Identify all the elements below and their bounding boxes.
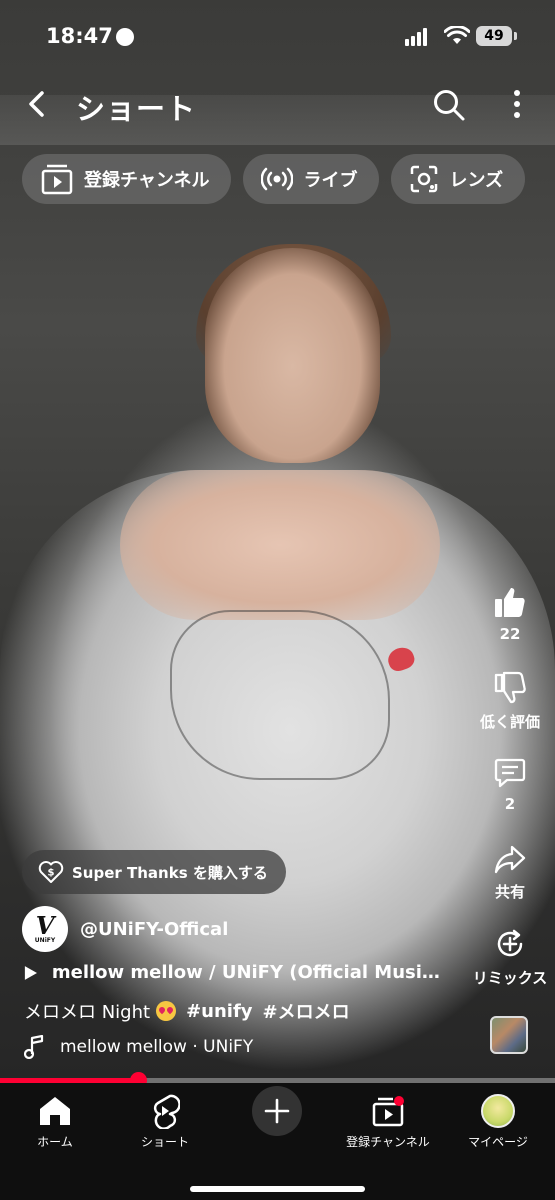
comment-icon bbox=[494, 758, 526, 788]
nav-shorts[interactable]: ショート bbox=[110, 1091, 220, 1150]
remix-button[interactable]: リミックス bbox=[470, 927, 550, 988]
sound-thumbnail[interactable] bbox=[490, 1016, 528, 1054]
chip-subscriptions[interactable]: 登録チャンネル bbox=[22, 154, 232, 204]
status-time: 18:47 bbox=[46, 24, 113, 48]
chip-live[interactable]: ライブ bbox=[243, 154, 380, 204]
thumbs-down-icon bbox=[494, 671, 526, 704]
wifi-icon bbox=[444, 26, 470, 44]
nav-you[interactable]: マイページ bbox=[443, 1091, 553, 1150]
home-icon bbox=[40, 1097, 70, 1125]
cellular-signal-icon bbox=[405, 28, 427, 46]
create-icon bbox=[252, 1086, 302, 1136]
music-note-icon bbox=[24, 1035, 44, 1059]
channel-handle[interactable]: @UNiFY-Offical bbox=[80, 919, 228, 940]
super-thanks-label: Super Thanks を購入する bbox=[72, 863, 268, 882]
home-indicator bbox=[190, 1186, 365, 1192]
bottom-navigation: ホーム ショート 登録チャンネル マイページ bbox=[0, 1083, 555, 1200]
dislike-button[interactable]: 低く評価 bbox=[470, 671, 550, 732]
comment-count: 2 bbox=[504, 795, 516, 813]
nav-label: マイページ bbox=[468, 1135, 528, 1149]
chip-lens[interactable]: レンズ bbox=[391, 154, 526, 204]
remix-label: リミックス bbox=[472, 969, 548, 987]
status-bar: 18:47 49 bbox=[0, 0, 555, 70]
shorts-icon bbox=[153, 1094, 180, 1129]
filter-chips: 登録チャンネル ライブ レンズ bbox=[22, 154, 526, 204]
chip-label: ライブ bbox=[303, 170, 358, 191]
dislike-label: 低く評価 bbox=[479, 713, 540, 731]
channel-avatar[interactable]: V UNiFY bbox=[22, 906, 68, 952]
top-app-bar: ショート bbox=[0, 80, 555, 130]
share-button[interactable]: 共有 bbox=[470, 843, 550, 902]
subscriptions-icon bbox=[41, 164, 73, 195]
page-title: ショート bbox=[76, 92, 197, 126]
shirt-dog-print bbox=[170, 610, 390, 780]
channel-avatar-sub: UNiFY bbox=[34, 936, 56, 944]
lens-icon bbox=[411, 165, 438, 193]
live-icon bbox=[261, 167, 294, 191]
comments-button[interactable]: 2 bbox=[470, 757, 550, 813]
back-arrow-icon[interactable] bbox=[22, 88, 54, 120]
music-row[interactable]: mellow mellow · UNiFY bbox=[24, 1035, 253, 1059]
nav-subscriptions[interactable]: 登録チャンネル bbox=[333, 1091, 443, 1150]
nav-label: ショート bbox=[140, 1135, 189, 1149]
search-icon[interactable] bbox=[432, 88, 466, 122]
thumbs-up-icon bbox=[495, 588, 525, 617]
related-video-title: mellow mellow / UNiFY (Official Music Vi… bbox=[51, 962, 444, 983]
focus-mode-icon bbox=[116, 28, 134, 46]
battery-icon: 49 bbox=[476, 26, 512, 46]
nav-home[interactable]: ホーム bbox=[0, 1091, 110, 1150]
video-person-face bbox=[205, 248, 380, 463]
nav-create[interactable] bbox=[222, 1086, 332, 1136]
chip-label: 登録チャンネル bbox=[84, 170, 210, 191]
channel-avatar-logo: V bbox=[35, 910, 55, 940]
channel-row[interactable]: V UNiFY @UNiFY-Offical bbox=[22, 906, 228, 952]
heart-eyes-emoji-icon bbox=[156, 1001, 177, 1021]
video-caption: メロメロ Night #unify #メロメロ bbox=[24, 998, 350, 1024]
caption-text: メロメロ Night bbox=[24, 1002, 151, 1023]
like-count: 22 bbox=[499, 625, 521, 643]
super-thanks-button[interactable]: $ Super Thanks を購入する bbox=[22, 850, 286, 894]
share-label: 共有 bbox=[494, 883, 525, 901]
hashtag[interactable]: #unify bbox=[186, 1001, 252, 1022]
battery-tip bbox=[514, 32, 517, 40]
avatar bbox=[481, 1094, 515, 1128]
subscriptions-icon bbox=[372, 1096, 404, 1127]
chip-label: レンズ bbox=[449, 170, 504, 191]
remix-icon bbox=[497, 929, 523, 957]
super-thanks-icon: $ bbox=[38, 861, 64, 883]
svg-text:$: $ bbox=[48, 868, 55, 879]
share-icon bbox=[494, 845, 526, 874]
music-label: mellow mellow · UNiFY bbox=[60, 1037, 254, 1057]
play-icon bbox=[24, 965, 37, 980]
nav-label: ホーム bbox=[37, 1135, 73, 1149]
nav-label: 登録チャンネル bbox=[346, 1135, 430, 1149]
video-person-hands bbox=[120, 470, 440, 620]
more-options-icon[interactable] bbox=[505, 89, 529, 119]
related-video-link[interactable]: mellow mellow / UNiFY (Official Music Vi… bbox=[24, 962, 444, 983]
hashtag[interactable]: #メロメロ bbox=[263, 998, 350, 1024]
like-button[interactable]: 22 bbox=[470, 585, 550, 643]
